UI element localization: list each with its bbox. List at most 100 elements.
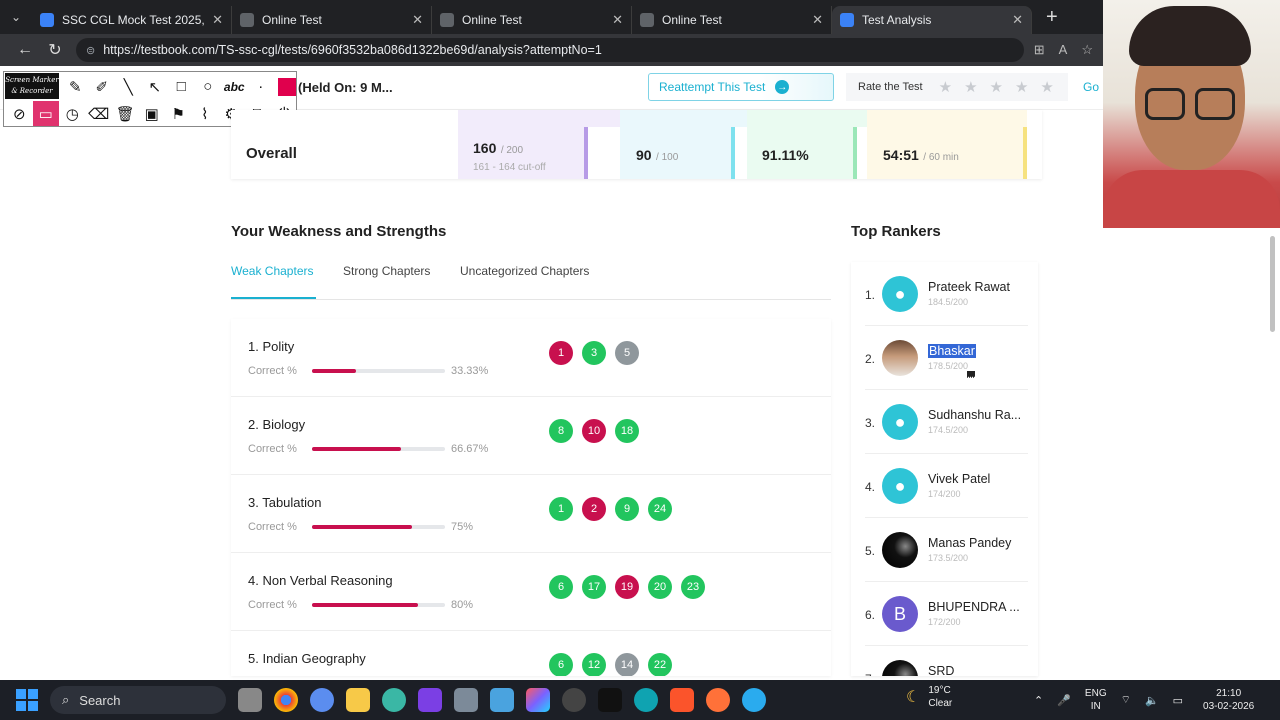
question-chip[interactable]: 6 [549, 653, 573, 676]
question-chip[interactable]: 24 [648, 497, 672, 521]
microphone-icon[interactable]: 🎤 [1057, 694, 1071, 707]
tab-list-icon[interactable]: ⌄ [0, 0, 32, 34]
question-chip[interactable]: 3 [582, 341, 606, 365]
browser-tab-5[interactable]: Test Analysis ✕ [832, 6, 1032, 34]
file-explorer-icon[interactable] [346, 688, 370, 712]
marker-icon[interactable]: ✐ [89, 74, 116, 99]
refresh-icon[interactable]: ↻ [40, 40, 70, 60]
ranker-row[interactable]: 5. Manas Pandey 173.5/200 [851, 518, 1038, 582]
screen-icon[interactable]: ▭ [32, 101, 59, 126]
browser-tab-1[interactable]: SSC CGL Mock Test 2025, Test Seri ✕ [32, 6, 232, 34]
question-chip[interactable]: 12 [582, 653, 606, 676]
speaker-icon[interactable]: 🔈 [1145, 694, 1159, 707]
telegram-icon[interactable] [742, 688, 766, 712]
weather-widget[interactable]: ☾ 19°C Clear [906, 684, 952, 710]
close-icon[interactable]: ✕ [612, 12, 623, 28]
tab-title: SSC CGL Mock Test 2025, Test Seri [62, 13, 206, 27]
brave-icon[interactable] [670, 688, 694, 712]
wifi-icon[interactable]: ⌔ [1121, 693, 1131, 707]
line-icon[interactable]: ╲ [115, 74, 142, 99]
question-chip[interactable]: 6 [549, 575, 573, 599]
question-chip[interactable]: 5 [615, 341, 639, 365]
dot-icon[interactable]: · [248, 74, 275, 99]
ranker-row[interactable]: 6. B BHUPENDRA ... 172/200 [851, 582, 1038, 646]
battery-icon[interactable]: ▭ [1173, 694, 1183, 707]
read-aloud-icon[interactable]: A [1059, 42, 1068, 58]
app-icon[interactable] [382, 688, 406, 712]
screen-marker-icon[interactable] [598, 688, 622, 712]
clock[interactable]: 21:10 03-02-2026 [1203, 687, 1254, 713]
browser-tab-2[interactable]: Online Test ✕ [232, 6, 432, 34]
edge-icon[interactable] [634, 688, 658, 712]
chapter-row: 3. Tabulation Correct % 75% 1 2 9 24 [231, 475, 831, 553]
question-chip[interactable]: 10 [582, 419, 606, 443]
brush-icon[interactable]: ⌇ [192, 101, 219, 126]
question-chip[interactable]: 20 [648, 575, 672, 599]
color-picker-icon[interactable] [274, 74, 301, 99]
url-field[interactable]: ⊜ https://testbook.com/TS-ssc-cgl/tests/6… [76, 38, 1024, 62]
question-chip[interactable]: 2 [582, 497, 606, 521]
app-icon[interactable] [418, 688, 442, 712]
close-icon[interactable]: ✕ [1012, 12, 1023, 28]
calculator-icon[interactable] [454, 688, 478, 712]
favorite-star-icon[interactable]: ☆ [1081, 42, 1093, 58]
close-icon[interactable]: ✕ [212, 12, 223, 28]
question-chip[interactable]: 22 [648, 653, 672, 676]
trash-icon[interactable]: 🗑 [112, 101, 139, 126]
go-link[interactable]: Go [1083, 80, 1099, 94]
hide-icon[interactable]: ⊘ [6, 101, 33, 126]
taskbar-search[interactable]: ⌕ Search [50, 686, 226, 714]
question-chip[interactable]: 9 [615, 497, 639, 521]
question-chip[interactable]: 19 [615, 575, 639, 599]
question-chip[interactable]: 17 [582, 575, 606, 599]
pen-icon[interactable]: ✎ [62, 74, 89, 99]
eraser-icon[interactable]: ⌫ [86, 101, 113, 126]
app-icon[interactable] [490, 688, 514, 712]
star-rating-icon[interactable]: ★★★★★ [939, 78, 1066, 96]
question-chip[interactable]: 1 [549, 341, 573, 365]
rate-label: Rate the Test [858, 81, 923, 93]
chrome-icon[interactable] [274, 688, 298, 712]
language-indicator[interactable]: ENG IN [1085, 687, 1107, 713]
app-icon[interactable] [562, 688, 586, 712]
ranker-row[interactable]: 2. Bhaskar 178.5/200 [851, 326, 1038, 390]
ranker-row[interactable]: 1. ● Prateek Rawat 184.5/200 [851, 262, 1038, 326]
question-chip[interactable]: 8 [549, 419, 573, 443]
video-icon[interactable]: ⚑ [165, 101, 192, 126]
new-tab-icon[interactable]: + [1046, 6, 1058, 29]
tab-title: Test Analysis [862, 13, 932, 27]
question-chip[interactable]: 14 [615, 653, 639, 676]
text-tool-icon[interactable]: abc [221, 74, 248, 99]
question-chip[interactable]: 1 [549, 497, 573, 521]
question-chip[interactable]: 23 [681, 575, 705, 599]
arrow-icon[interactable]: ↖ [142, 74, 169, 99]
tab-strong-chapters[interactable]: Strong Chapters [343, 264, 430, 278]
chapter-name: 3. Tabulation [248, 495, 322, 510]
chevron-up-icon[interactable]: ⌃ [1034, 694, 1043, 707]
windows-start-icon[interactable] [16, 689, 38, 711]
app-icon[interactable] [310, 688, 334, 712]
site-info-icon[interactable]: ⊜ [86, 44, 95, 57]
close-icon[interactable]: ✕ [812, 12, 823, 28]
ranker-row[interactable]: 7. SRD [851, 646, 1038, 676]
close-icon[interactable]: ✕ [412, 12, 423, 28]
ranker-row[interactable]: 4. ● Vivek Patel 174/200 [851, 454, 1038, 518]
tab-uncategorized-chapters[interactable]: Uncategorized Chapters [460, 264, 589, 278]
reattempt-button[interactable]: Reattempt This Test → [648, 73, 834, 101]
tab-weak-chapters[interactable]: Weak Chapters [231, 264, 313, 278]
apps-icon[interactable]: ⊞ [1034, 42, 1045, 58]
camera-icon[interactable]: ▣ [139, 101, 166, 126]
question-chip[interactable]: 18 [615, 419, 639, 443]
browser-tab-3[interactable]: Online Test ✕ [432, 6, 632, 34]
history-icon[interactable]: ◷ [59, 101, 86, 126]
active-tab-indicator [231, 297, 316, 299]
copilot-icon[interactable] [526, 688, 550, 712]
back-icon[interactable]: ← [10, 41, 40, 59]
firefox-icon[interactable] [706, 688, 730, 712]
browser-tab-4[interactable]: Online Test ✕ [632, 6, 832, 34]
circle-icon[interactable]: ○ [195, 74, 222, 99]
page-scrollbar[interactable] [1270, 236, 1275, 332]
ranker-row[interactable]: 3. ● Sudhanshu Ra... 174.5/200 [851, 390, 1038, 454]
task-view-icon[interactable] [238, 688, 262, 712]
rectangle-icon[interactable]: □ [168, 74, 195, 99]
